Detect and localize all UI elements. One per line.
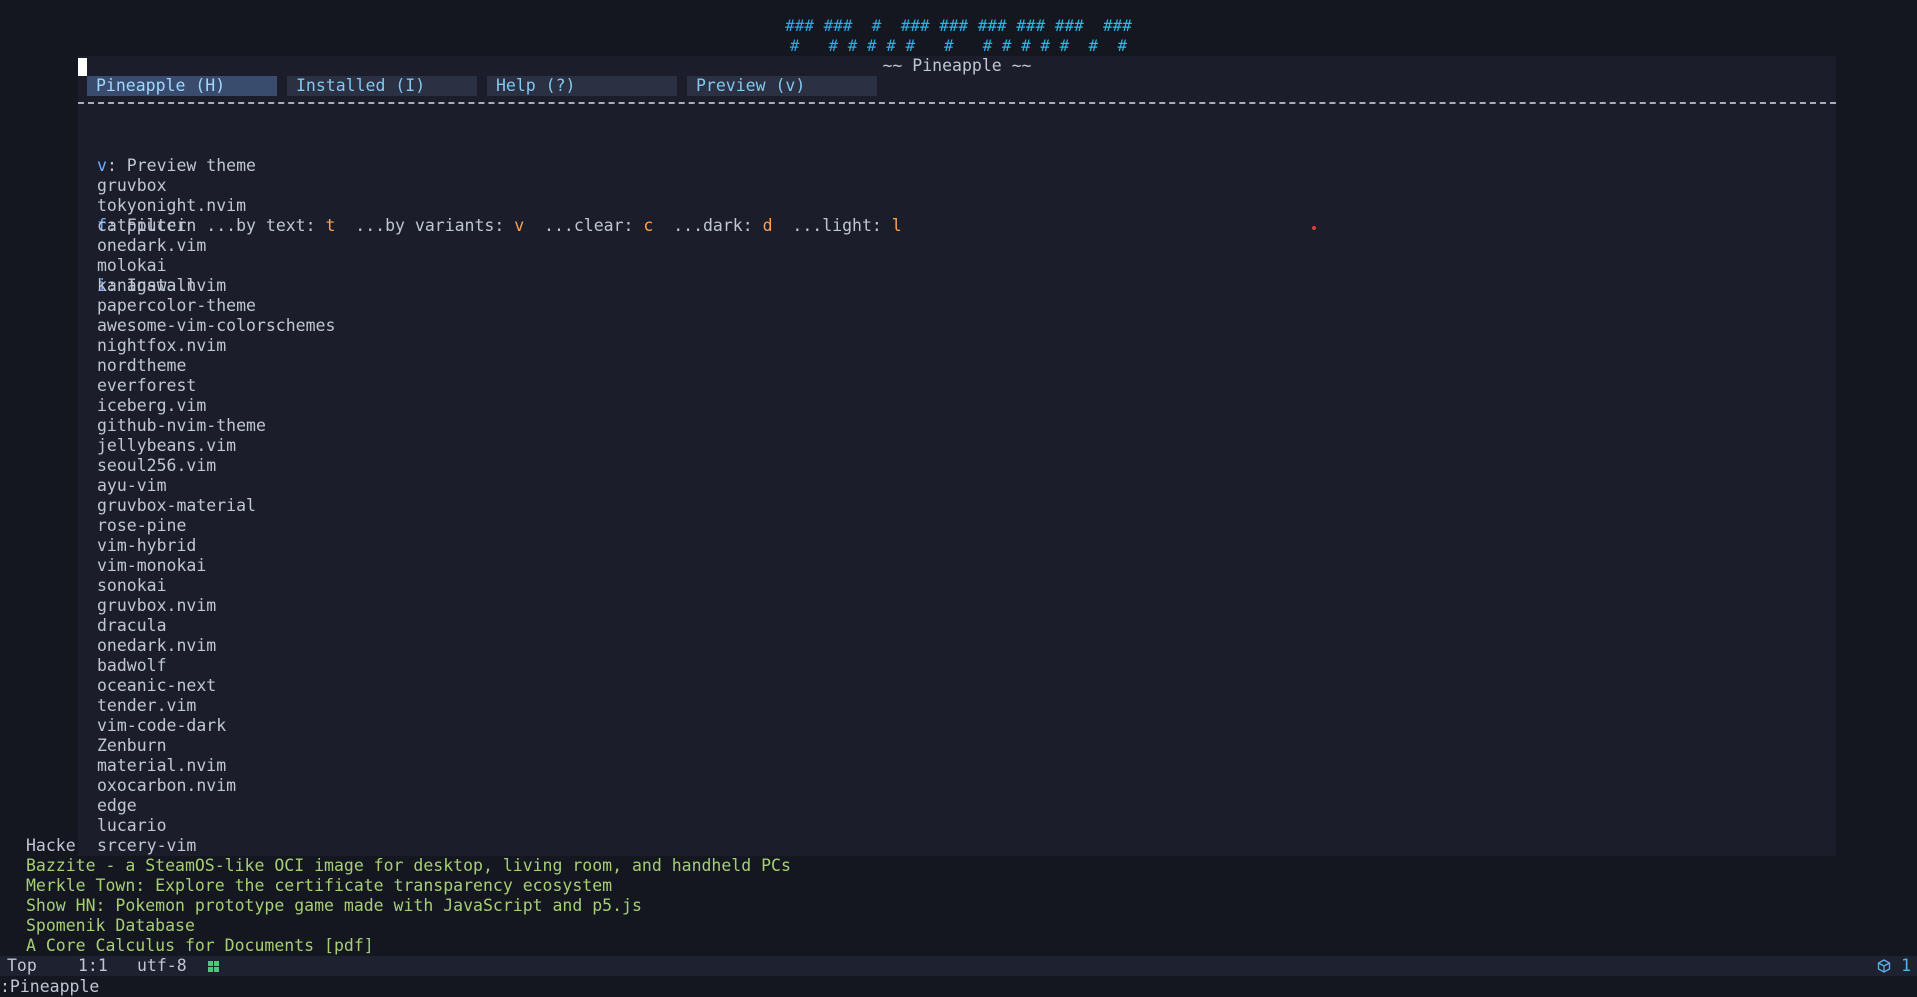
theme-item[interactable]: edge <box>97 796 335 816</box>
mouse-pointer-dot <box>1312 226 1316 230</box>
theme-item[interactable]: tender.vim <box>97 696 335 716</box>
help-text: ...light: <box>772 216 892 235</box>
package-icon <box>1877 959 1891 973</box>
theme-item[interactable]: dracula <box>97 616 335 636</box>
help-text: ...by variants: <box>335 216 515 235</box>
theme-item[interactable]: tokyonight.nvim <box>97 196 335 216</box>
theme-item[interactable]: onedark.vim <box>97 236 335 256</box>
theme-item[interactable]: srcery-vim <box>97 836 335 856</box>
help-preview: v: Preview theme <box>97 156 902 176</box>
dashed-separator <box>78 102 1836 104</box>
statusline: Top 1:1 utf-8 1 <box>0 956 1917 976</box>
theme-item[interactable]: vim-code-dark <box>97 716 335 736</box>
key-hint: c <box>643 216 654 235</box>
news-item[interactable]: Show HN: Pokemon prototype game made wit… <box>26 896 791 916</box>
theme-item[interactable]: oxocarbon.nvim <box>97 776 335 796</box>
theme-item[interactable]: gruvbox.nvim <box>97 596 335 616</box>
scroll-position: Top <box>7 956 37 975</box>
theme-item[interactable]: oceanic-next <box>97 676 335 696</box>
theme-item[interactable]: lucario <box>97 816 335 836</box>
tab-pineapple[interactable]: Pineapple (H) <box>87 76 277 96</box>
key-hint: d <box>762 216 773 235</box>
theme-item[interactable]: material.nvim <box>97 756 335 776</box>
theme-item[interactable]: nightfox.nvim <box>97 336 335 356</box>
cursor-position: 1:1 <box>78 956 108 975</box>
tab-installed[interactable]: Installed (I) <box>287 76 477 96</box>
key-hint: v <box>97 156 107 175</box>
theme-item[interactable]: catppuccin <box>97 216 335 236</box>
pineapple-floating-window: ~~ Pineapple ~~ Pineapple (H) Installed … <box>78 56 1836 856</box>
news-item[interactable]: Merkle Town: Explore the certificate tra… <box>26 876 791 896</box>
theme-item[interactable]: everforest <box>97 376 335 396</box>
tab-preview[interactable]: Preview (v) <box>687 76 877 96</box>
theme-item[interactable]: jellybeans.vim <box>97 436 335 456</box>
news-item[interactable]: Bazzite - a SteamOS-like OCI image for d… <box>26 856 791 876</box>
theme-item[interactable]: kanagawa.nvim <box>97 276 335 296</box>
theme-item[interactable]: rose-pine <box>97 516 335 536</box>
tab-help[interactable]: Help (?) <box>487 76 677 96</box>
theme-item[interactable]: vim-monokai <box>97 556 335 576</box>
theme-item[interactable]: iceberg.vim <box>97 396 335 416</box>
background-buffer-title: Hacke <box>26 836 76 855</box>
theme-item[interactable]: awesome-vim-colorschemes <box>97 316 335 336</box>
windows-icon <box>208 961 219 972</box>
news-item[interactable]: A Core Calculus for Documents [pdf] <box>26 936 791 956</box>
theme-item[interactable]: sonokai <box>97 576 335 596</box>
window-title: ~~ Pineapple ~~ <box>882 56 1032 75</box>
theme-item[interactable]: gruvbox <box>97 176 335 196</box>
command-line[interactable]: :Pineapple <box>0 977 99 997</box>
key-hint: v <box>514 216 525 235</box>
theme-item[interactable]: gruvbox-material <box>97 496 335 516</box>
ascii-banner-line-2: # # # # # # # # # # # # # # <box>0 36 1917 56</box>
theme-item[interactable]: badwolf <box>97 656 335 676</box>
theme-item[interactable]: seoul256.vim <box>97 456 335 476</box>
package-count-value: 1 <box>1901 956 1911 975</box>
help-text: ...dark: <box>653 216 763 235</box>
help-text: : Preview theme <box>106 156 256 175</box>
theme-item[interactable]: ayu-vim <box>97 476 335 496</box>
key-hint: l <box>891 216 902 235</box>
package-count: 1 <box>1877 956 1911 976</box>
file-encoding: utf-8 <box>137 956 187 975</box>
ascii-banner-line-1: ### ### # ### ### ### ### ### ### <box>0 16 1917 36</box>
theme-item[interactable]: nordtheme <box>97 356 335 376</box>
theme-item[interactable]: onedark.nvim <box>97 636 335 656</box>
theme-item[interactable]: github-nvim-theme <box>97 416 335 436</box>
news-item[interactable]: Spomenik Database <box>26 916 791 936</box>
theme-item[interactable]: vim-hybrid <box>97 536 335 556</box>
help-text: ...clear: <box>524 216 644 235</box>
theme-item[interactable]: molokai <box>97 256 335 276</box>
news-list: Bazzite - a SteamOS-like OCI image for d… <box>26 856 791 956</box>
theme-item[interactable]: Zenburn <box>97 736 335 756</box>
theme-item[interactable]: papercolor-theme <box>97 296 335 316</box>
theme-list: gruvbox tokyonight.nvim catppuccin oneda… <box>97 176 335 856</box>
